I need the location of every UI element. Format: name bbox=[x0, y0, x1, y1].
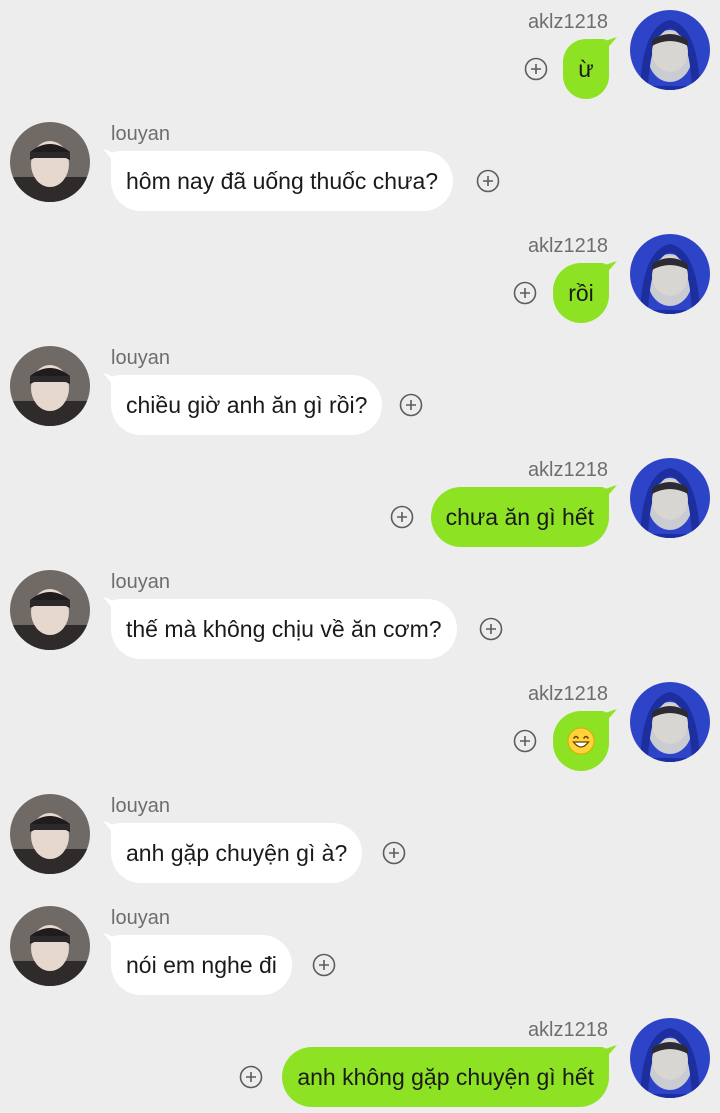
message-bubble[interactable]: nói em nghe đi bbox=[111, 935, 292, 995]
plus-circle-icon[interactable] bbox=[239, 1065, 263, 1089]
sender-name: louyan bbox=[111, 907, 170, 929]
message-bubble[interactable]: rồi bbox=[553, 263, 609, 323]
avatar[interactable] bbox=[10, 122, 90, 202]
plus-circle-icon[interactable] bbox=[476, 169, 500, 193]
plus-circle-icon[interactable] bbox=[513, 281, 537, 305]
sender-name: louyan bbox=[111, 795, 170, 817]
message-bubble[interactable]: ừ bbox=[563, 39, 609, 99]
avatar[interactable] bbox=[630, 1018, 710, 1098]
avatar[interactable] bbox=[10, 794, 90, 874]
sender-name: aklz1218 bbox=[527, 459, 608, 481]
message-bubble[interactable]: chiều giờ anh ăn gì rồi? bbox=[111, 375, 383, 435]
grinning-face-emoji bbox=[567, 727, 595, 755]
sender-name: louyan bbox=[111, 123, 170, 145]
sender-name: louyan bbox=[111, 347, 170, 369]
message-bubble[interactable]: thế mà không chịu về ăn cơm? bbox=[111, 599, 457, 659]
avatar[interactable] bbox=[630, 682, 710, 762]
avatar[interactable] bbox=[10, 346, 90, 426]
message-bubble[interactable]: chưa ăn gì hết bbox=[430, 487, 609, 547]
message-bubble[interactable]: anh không gặp chuyện gì hết bbox=[282, 1047, 609, 1107]
plus-circle-icon[interactable] bbox=[399, 393, 423, 417]
plus-circle-icon[interactable] bbox=[382, 841, 406, 865]
plus-circle-icon[interactable] bbox=[513, 729, 537, 753]
plus-circle-icon[interactable] bbox=[479, 617, 503, 641]
avatar[interactable] bbox=[630, 458, 710, 538]
plus-circle-icon[interactable] bbox=[312, 953, 336, 977]
sender-name: aklz1218 bbox=[527, 235, 608, 257]
sender-name: aklz1218 bbox=[527, 683, 608, 705]
avatar[interactable] bbox=[630, 234, 710, 314]
sender-name: aklz1218 bbox=[527, 11, 608, 33]
plus-circle-icon[interactable] bbox=[524, 57, 548, 81]
avatar[interactable] bbox=[10, 570, 90, 650]
message-bubble[interactable]: hôm nay đã uống thuốc chưa? bbox=[111, 151, 454, 211]
sender-name: louyan bbox=[111, 571, 170, 593]
avatar[interactable] bbox=[630, 10, 710, 90]
sender-name: aklz1218 bbox=[527, 1019, 608, 1041]
message-bubble[interactable]: anh gặp chuyện gì à? bbox=[111, 823, 363, 883]
plus-circle-icon[interactable] bbox=[390, 505, 414, 529]
message-bubble[interactable] bbox=[553, 711, 609, 771]
avatar[interactable] bbox=[10, 906, 90, 986]
